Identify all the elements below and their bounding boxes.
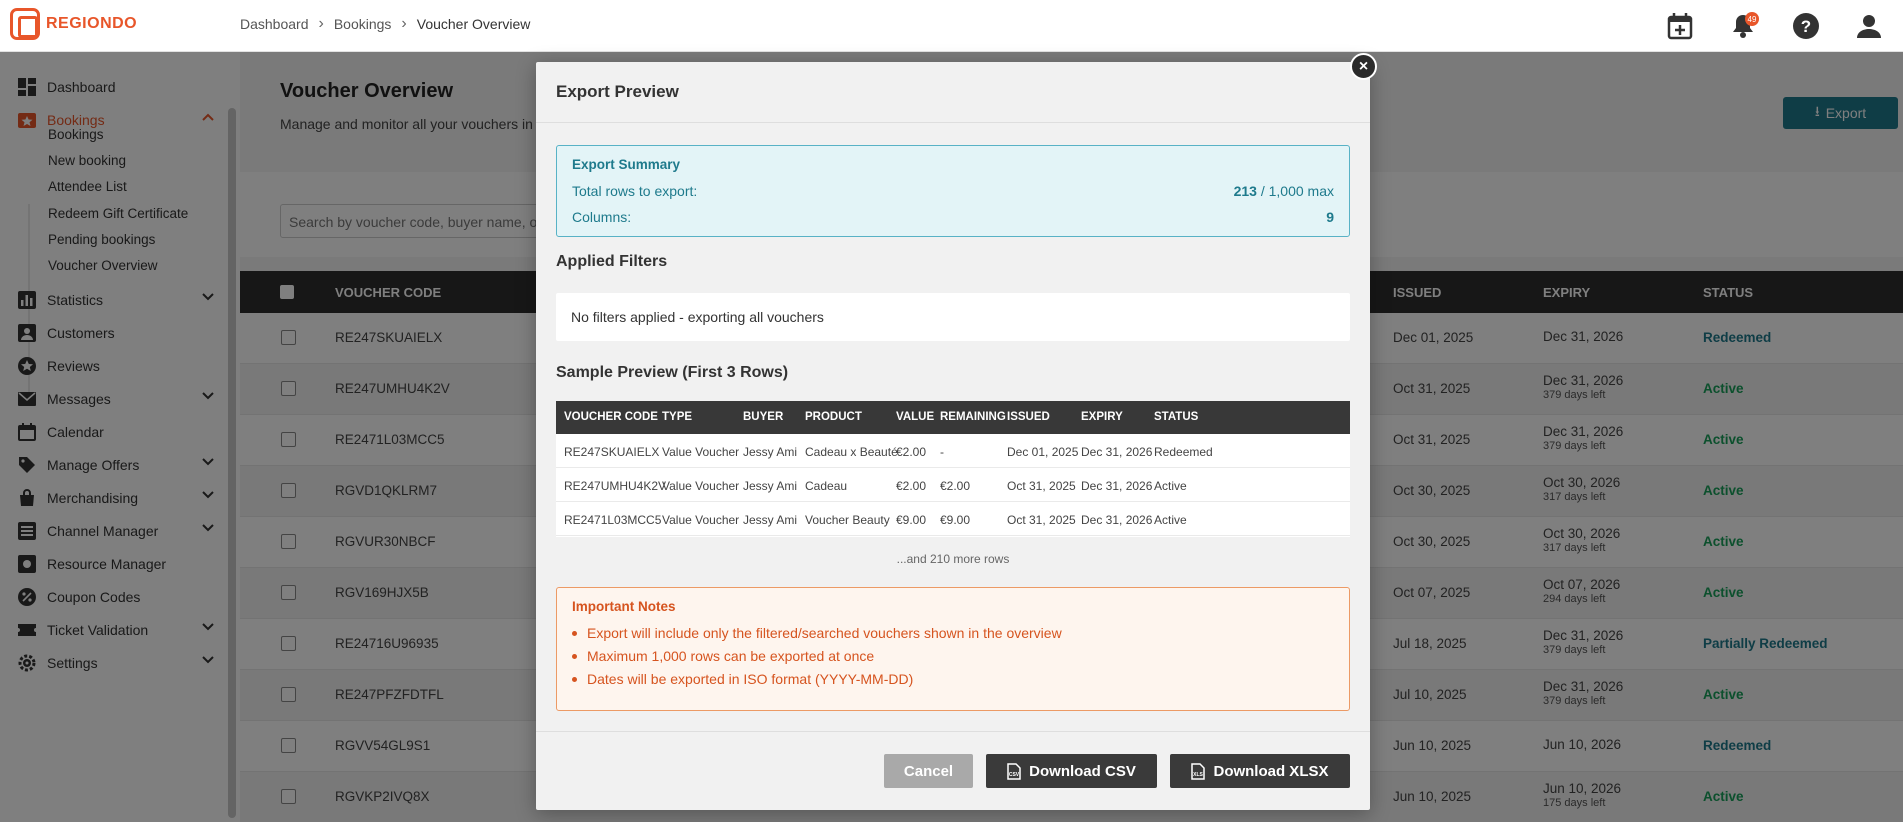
- sample-cell: Dec 01, 2025: [1007, 445, 1079, 459]
- sample-preview-title: Sample Preview (First 3 Rows): [556, 364, 789, 381]
- help-icon[interactable]: ?: [1790, 10, 1822, 42]
- bullet-icon: [572, 630, 577, 636]
- export-preview-modal: Export Preview Export Summary Total rows…: [536, 62, 1370, 810]
- divider: [536, 731, 1370, 732]
- breadcrumb-bookings[interactable]: Bookings: [334, 16, 392, 32]
- sample-header-cell: VOUCHER CODE: [564, 411, 658, 423]
- sample-cell: Redeemed: [1154, 445, 1213, 459]
- add-calendar-icon[interactable]: [1664, 10, 1696, 42]
- notes-title: Important Notes: [572, 599, 676, 614]
- note-text: Maximum 1,000 rows can be exported at on…: [587, 648, 875, 664]
- note-text: Export will include only the filtered/se…: [587, 625, 1062, 641]
- sample-cell: RE2471L03MCC5: [564, 513, 662, 527]
- svg-text:CSV: CSV: [1009, 772, 1020, 778]
- export-summary: Export Summary Total rows to export: 213…: [556, 145, 1350, 237]
- breadcrumb-dashboard[interactable]: Dashboard: [240, 16, 309, 32]
- applied-filters-title: Applied Filters: [556, 253, 668, 270]
- cancel-button[interactable]: Cancel: [884, 754, 973, 788]
- sample-header-cell: BUYER: [743, 411, 784, 423]
- sample-cell: Dec 31, 2026: [1081, 445, 1153, 459]
- summary-title: Export Summary: [572, 157, 681, 172]
- sample-header-cell: PRODUCT: [805, 411, 862, 423]
- sample-cell: €2.00: [896, 445, 927, 459]
- xlsx-file-icon: XLS: [1191, 762, 1206, 780]
- sample-cell: €2.00: [940, 479, 971, 493]
- sample-cell: Active: [1154, 479, 1187, 493]
- cancel-button-label: Cancel: [903, 762, 954, 780]
- sample-cell: Dec 31, 2026: [1081, 479, 1153, 493]
- sample-cell: €2.00: [896, 479, 927, 493]
- modal-title: Export Preview: [556, 82, 679, 101]
- svg-text:XLS: XLS: [1194, 772, 1204, 778]
- note-item: Dates will be exported in ISO format (YY…: [572, 671, 913, 687]
- sample-preview-table: VOUCHER CODE TYPE BUYER PRODUCT VALUE REMAINI…: [556, 401, 1350, 537]
- rows-value: 213 / 1,000 max: [1234, 183, 1334, 199]
- close-icon[interactable]: ×: [1350, 53, 1377, 80]
- sample-row: RE247UMHU4K2V Value Voucher Jessy Ami Cadea…: [556, 468, 1350, 502]
- top-bar: REGIONDO Dashboard › Bookings › Voucher …: [0, 0, 1903, 52]
- more-rows-text: ...and 210 more rows: [896, 552, 1010, 566]
- sample-cell: Voucher Beauty: [805, 513, 890, 527]
- sample-cell: Dec 31, 2026: [1081, 513, 1153, 527]
- sample-row: RE247SKUAIELX Value Voucher Jessy Ami Cadea…: [556, 434, 1350, 468]
- breadcrumb: Dashboard › Bookings › Voucher Overview: [240, 15, 530, 33]
- chevron-right-icon: ›: [318, 15, 324, 32]
- divider: [536, 122, 1370, 123]
- sample-cell: Oct 31, 2025: [1007, 513, 1076, 527]
- svg-text:?: ?: [1801, 17, 1811, 36]
- sample-cell: -: [940, 445, 944, 459]
- download-csv-label: Download CSV: [1029, 762, 1136, 780]
- download-xlsx-label: Download XLSX: [1213, 762, 1329, 780]
- rows-label: Total rows to export:: [572, 183, 698, 199]
- sample-cell: Jessy Ami: [743, 445, 798, 459]
- sample-header-cell: EXPIRY: [1081, 411, 1123, 423]
- logo-mark-icon: [10, 8, 40, 40]
- sample-cell: Cadeau x Beauté: [805, 445, 898, 459]
- note-item: Maximum 1,000 rows can be exported at on…: [572, 648, 874, 664]
- rows-max: / 1,000 max: [1260, 183, 1334, 199]
- sample-cell: Value Voucher: [662, 513, 740, 527]
- sample-cell: Value Voucher: [662, 479, 740, 493]
- breadcrumb-current: Voucher Overview: [416, 16, 531, 32]
- sample-header-cell: TYPE: [662, 411, 693, 423]
- bullet-icon: [572, 653, 577, 659]
- columns-value: 9: [1326, 209, 1334, 225]
- sample-cell: Value Voucher: [662, 445, 740, 459]
- notification-badge: 49: [1745, 12, 1759, 26]
- bullet-icon: [572, 676, 577, 682]
- sample-header-cell: STATUS: [1154, 411, 1199, 423]
- sample-cell: Jessy Ami: [743, 479, 798, 493]
- download-csv-button[interactable]: CSV Download CSV: [986, 754, 1157, 788]
- sample-cell: Cadeau: [805, 479, 848, 493]
- note-text: Dates will be exported in ISO format (YY…: [587, 671, 914, 687]
- logo-text: REGIONDO: [46, 15, 138, 32]
- sample-cell: Jessy Ami: [743, 513, 798, 527]
- sample-cell: €9.00: [940, 513, 971, 527]
- applied-filters-box: No filters applied - exporting all vouch…: [556, 293, 1350, 341]
- csv-file-icon: CSV: [1007, 762, 1021, 780]
- sample-row: RE2471L03MCC5 Value Voucher Jessy Ami Vouch…: [556, 502, 1350, 536]
- sample-header-cell: REMAINING: [940, 411, 1006, 423]
- sample-header-cell: VALUE: [896, 411, 935, 423]
- rows-count: 213: [1233, 183, 1257, 199]
- sample-cell: RE247UMHU4K2V: [564, 479, 667, 493]
- sample-header-cell: ISSUED: [1007, 411, 1050, 423]
- download-xlsx-button[interactable]: XLS Download XLSX: [1170, 754, 1350, 788]
- sample-table-header: VOUCHER CODE TYPE BUYER PRODUCT VALUE REMAINI…: [556, 401, 1350, 434]
- chevron-right-icon: ›: [401, 15, 407, 32]
- columns-label: Columns:: [572, 209, 632, 225]
- sample-cell: €9.00: [896, 513, 927, 527]
- user-account-icon[interactable]: [1853, 10, 1885, 42]
- note-item: Export will include only the filtered/se…: [572, 625, 1062, 641]
- sample-cell: Oct 31, 2025: [1007, 479, 1076, 493]
- notifications-bell-icon[interactable]: 49: [1727, 10, 1759, 42]
- sample-cell: RE247SKUAIELX: [564, 445, 660, 459]
- logo[interactable]: REGIONDO: [10, 8, 137, 40]
- important-notes: Important Notes Export will include only…: [556, 587, 1350, 711]
- sample-cell: Active: [1154, 513, 1187, 527]
